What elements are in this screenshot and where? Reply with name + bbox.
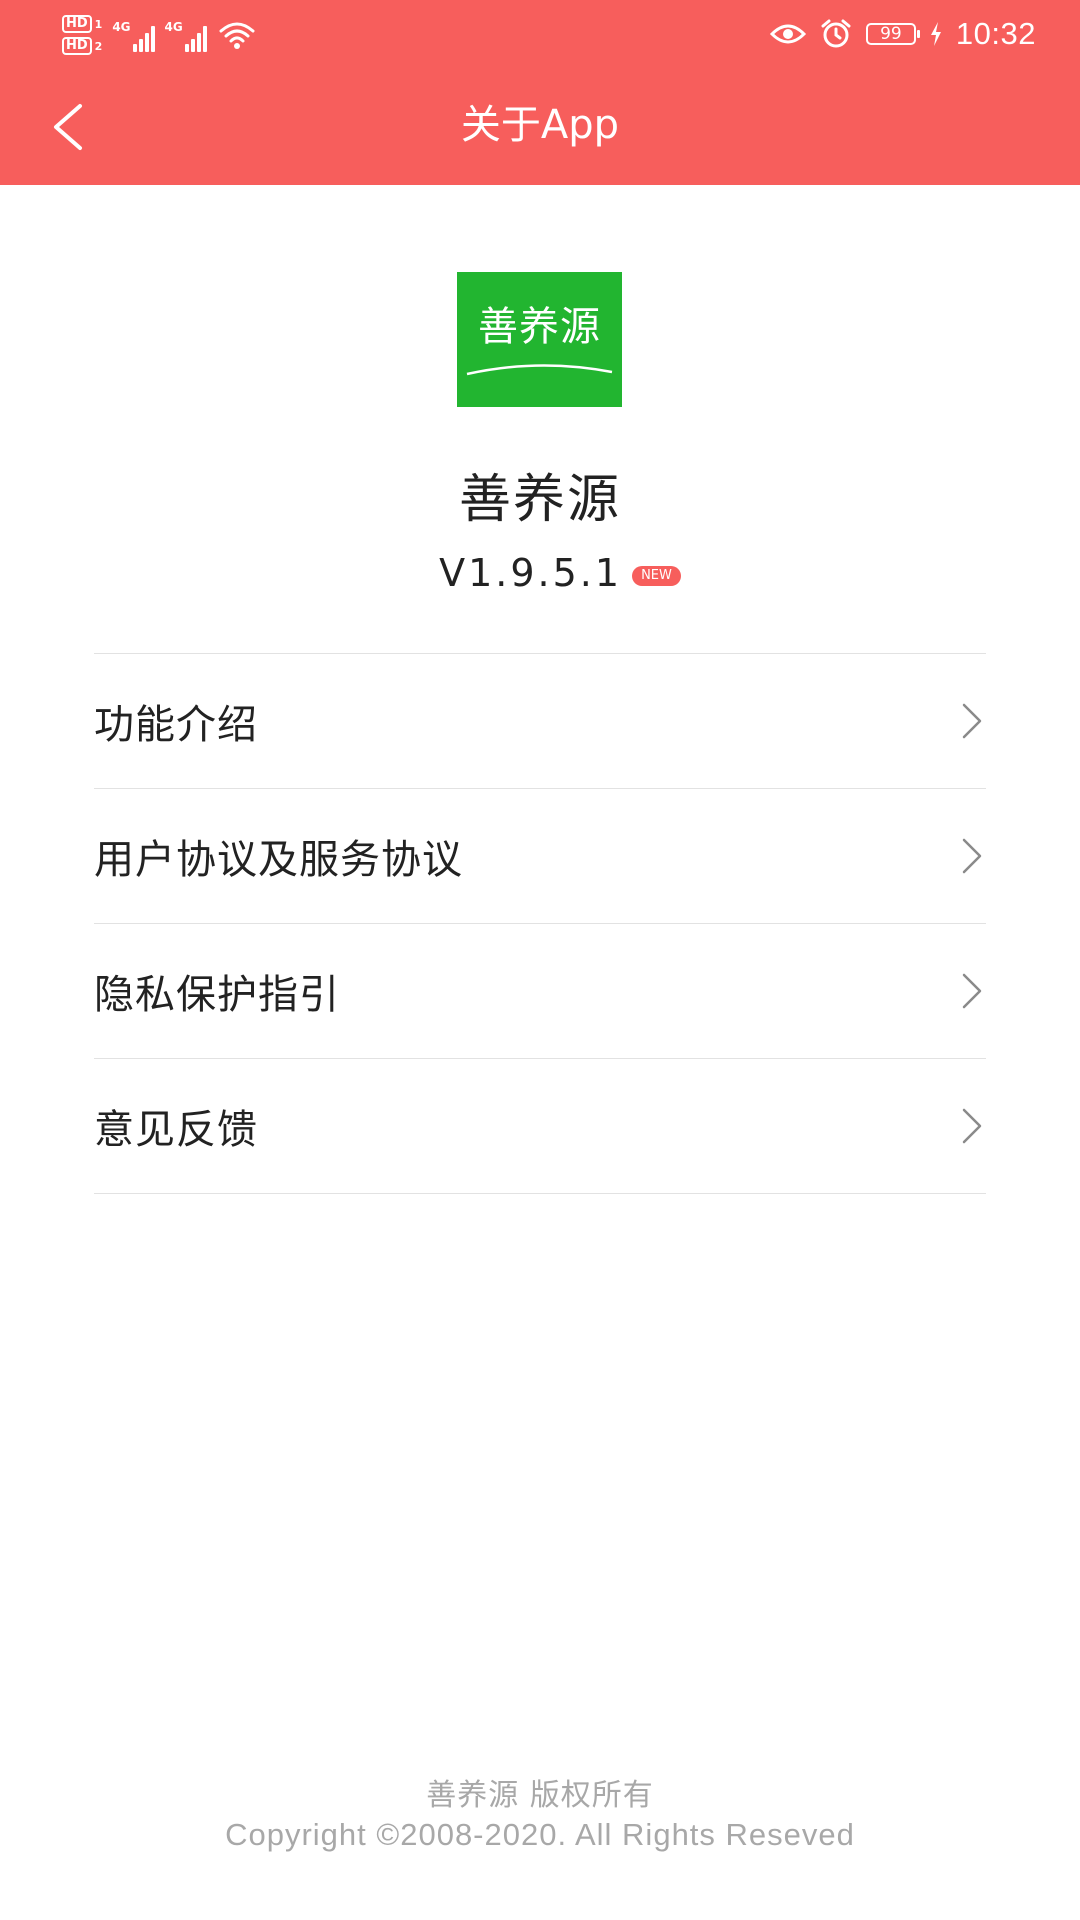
menu-item-label: 功能介绍: [94, 702, 258, 748]
app-bar: 关于App: [0, 75, 1080, 175]
app-name: 善养源: [458, 470, 621, 530]
menu-item-features[interactable]: 功能介绍: [94, 654, 986, 789]
sim1-hd: HD 1: [62, 15, 102, 33]
header: HD 1 HD 2 4G 4G 99 10:32 关于App: [0, 0, 1080, 185]
network-type: 4G: [112, 20, 131, 34]
menu-list: 功能介绍 用户协议及服务协议 隐私保护指引 意见反馈: [94, 653, 986, 1194]
eye-icon: [769, 24, 806, 44]
status-bar-left: HD 1 HD 2 4G 4G: [62, 10, 257, 60]
about-app-screen: HD 1 HD 2 4G 4G 99 10:32 关于App 善养源 善养源 V…: [0, 0, 1080, 1920]
signal-2: 4G: [165, 18, 207, 52]
app-version: V1.9.5.1: [439, 551, 623, 595]
chevron-right-icon: [962, 703, 982, 739]
signal-1: 4G: [112, 18, 155, 52]
sim-index: 1: [94, 17, 103, 31]
hd-badge: HD: [62, 15, 92, 33]
chevron-right-icon: [962, 838, 982, 874]
battery-level: 99: [880, 24, 902, 44]
app-logo: 善养源: [457, 272, 622, 407]
wifi-icon: [219, 22, 255, 49]
version-row: V1.9.5.1 NEW: [0, 548, 1080, 598]
hd-badge: HD: [62, 37, 92, 55]
menu-item-privacy[interactable]: 隐私保护指引: [94, 924, 986, 1059]
network-type: 4G: [164, 20, 183, 34]
charging-icon: [930, 22, 941, 46]
status-bar-right: 99 10:32: [769, 12, 1036, 56]
footer: 善养源 版权所有 Copyright ©2008-2020. All Right…: [0, 1777, 1080, 1855]
signal-icon: [184, 24, 207, 52]
chevron-right-icon: [962, 973, 982, 1009]
copyright-notice: Copyright ©2008-2020. All Rights Reseved: [225, 1817, 855, 1852]
alarm-icon: [821, 19, 851, 48]
new-badge: NEW: [632, 566, 681, 586]
battery-icon: 99: [865, 23, 920, 45]
menu-item-user-agreement[interactable]: 用户协议及服务协议: [94, 789, 986, 924]
menu-item-label: 用户协议及服务协议: [94, 837, 463, 883]
menu-item-label: 隐私保护指引: [94, 972, 340, 1018]
hd-indicators: HD 1 HD 2: [62, 15, 102, 55]
copyright-owner: 善养源 版权所有: [426, 1778, 654, 1813]
sim2-hd: HD 2: [62, 37, 102, 55]
status-time: 10:32: [955, 16, 1036, 51]
chevron-right-icon: [962, 1108, 982, 1144]
logo-swoosh-icon: [466, 364, 613, 376]
menu-item-label: 意见反馈: [94, 1107, 258, 1153]
page-title: 关于App: [460, 102, 620, 148]
signal-icon: [132, 24, 155, 52]
menu-item-feedback[interactable]: 意见反馈: [94, 1059, 986, 1194]
sim-index: 2: [94, 39, 103, 53]
